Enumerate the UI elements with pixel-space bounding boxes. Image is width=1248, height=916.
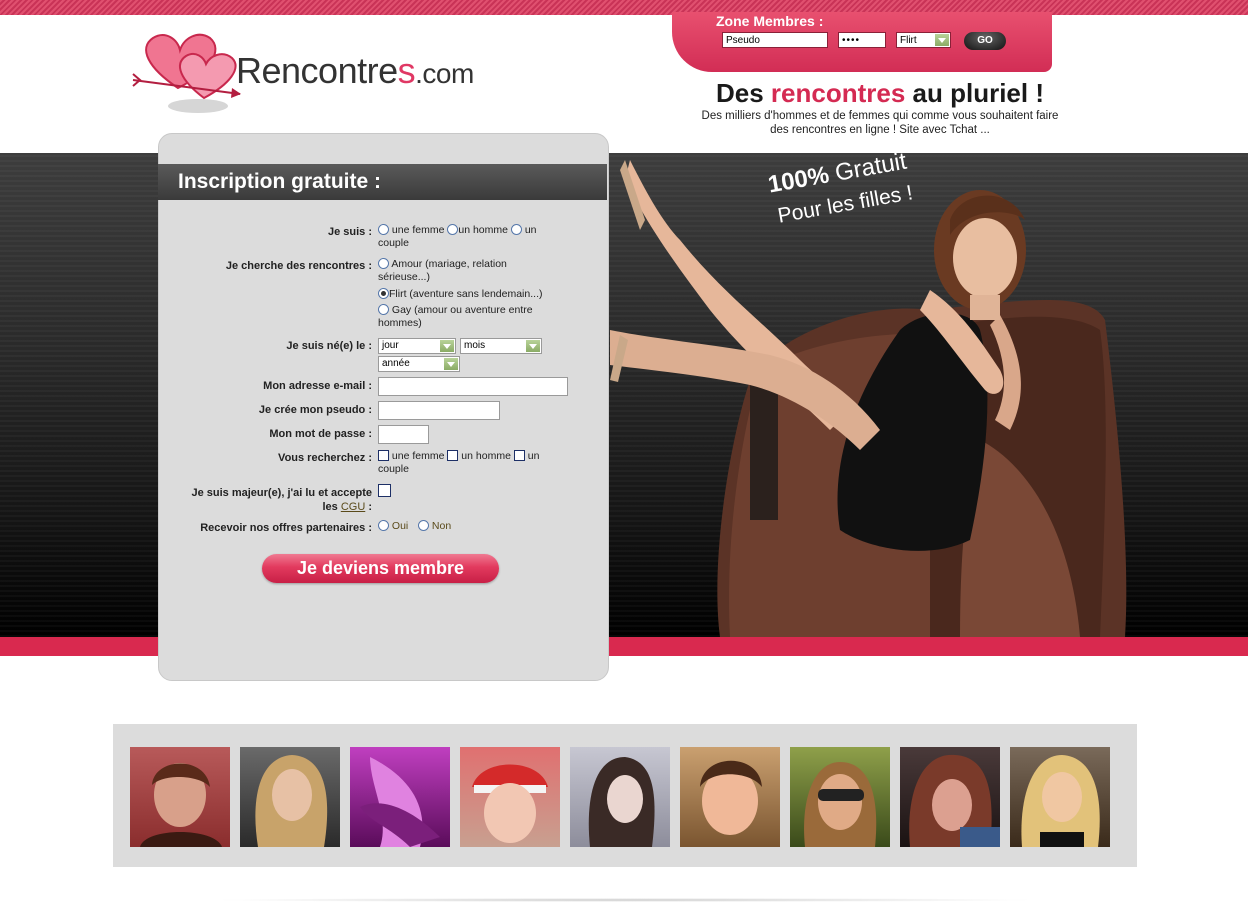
birth-month-select[interactable]: mois (460, 338, 542, 354)
je-suis-label: Je suis : (327, 226, 372, 238)
login-password-input[interactable]: •••• (838, 32, 886, 48)
member-photo-3-image (360, 757, 440, 847)
majeur-checkbox[interactable] (378, 484, 391, 497)
top-stripe (0, 0, 1248, 15)
signup-title: Inscription gratuite : (178, 170, 382, 193)
email-field[interactable] (378, 377, 568, 396)
recherche-label: Je cherche des rencontres : (225, 260, 372, 272)
majeur-label: Je suis majeur(e), j'ai lu et accepte le… (191, 486, 372, 514)
recherche-gay-label: Gay (amour ou aventure entre hommes) (378, 304, 533, 329)
chevron-down-icon (526, 340, 540, 352)
cherche-homme-checkbox[interactable] (447, 450, 459, 461)
birth-year-select[interactable]: année (378, 356, 460, 372)
majeur-checkbox-wrap (378, 484, 391, 499)
member-photo-9[interactable] (1010, 747, 1110, 847)
birth-label: Je suis né(e) le : (286, 340, 372, 352)
offres-oui-radio[interactable] (378, 520, 389, 531)
vous-recherchez-label: Vous recherchez : (278, 452, 372, 464)
offres-label: Recevoir nos offres partenaires : (200, 522, 372, 534)
member-photo-9-image (1021, 755, 1100, 847)
cgu-link[interactable]: CGU (341, 501, 365, 513)
member-photo-7[interactable] (790, 747, 890, 847)
login-pseudo-input[interactable]: Pseudo (722, 32, 828, 48)
member-photo-5[interactable] (570, 747, 670, 847)
birth-day-select[interactable]: jour (378, 338, 456, 354)
password-field[interactable] (378, 425, 429, 444)
subslogan: Des milliers d'hommes et de femmes qui c… (701, 110, 1059, 136)
cherche-homme-label: un homme (461, 450, 511, 462)
members-zone-title: Zone Membres : (716, 13, 824, 29)
vous-recherchez-options: une femme un homme un couple (378, 450, 558, 476)
je-suis-homme-radio[interactable] (447, 224, 459, 235)
member-photo-8[interactable] (900, 747, 1000, 847)
member-photo-1[interactable] (130, 747, 230, 847)
login-mode-select[interactable]: Flirt (896, 32, 951, 48)
hero-model-photo (610, 160, 1127, 637)
recherche-option-gay[interactable]: Gay (amour ou aventure entre hommes) (378, 304, 558, 330)
je-suis-femme-radio[interactable] (378, 224, 389, 235)
pseudo-field[interactable] (378, 401, 500, 420)
chevron-down-icon (444, 358, 458, 370)
cherche-couple-checkbox[interactable] (513, 450, 525, 461)
je-suis-femme-label: une femme (391, 224, 445, 236)
member-photo-4-image (472, 764, 548, 843)
chevron-down-icon (440, 340, 454, 352)
birth-day-value: jour (382, 340, 399, 351)
member-photo-5-image (588, 757, 655, 847)
logo-text[interactable]: Rencontres.com (236, 50, 474, 92)
member-photo-1-image (140, 763, 222, 847)
submit-button[interactable]: Je deviens membre (262, 554, 499, 583)
recherche-flirt-radio[interactable] (378, 288, 389, 299)
login-mode-value: Flirt (900, 35, 917, 46)
member-photo-4[interactable] (460, 747, 560, 847)
je-suis-couple-radio[interactable] (510, 224, 522, 235)
member-photo-3[interactable] (350, 747, 450, 847)
recherche-amour-radio[interactable] (378, 258, 389, 269)
offres-non-label: Non (431, 520, 452, 532)
member-photo-8-image (909, 754, 1000, 847)
email-label: Mon adresse e-mail : (263, 380, 372, 392)
majeur-label-line1: Je suis majeur(e), j'ai lu et accepte (191, 487, 372, 499)
recherche-option-amour[interactable]: Amour (mariage, relation sérieuse...) (378, 258, 558, 284)
je-suis-options: une femme un homme un couple (378, 224, 558, 250)
recherche-amour-label: Amour (mariage, relation sérieuse...) (378, 258, 507, 283)
login-go-button[interactable]: GO (964, 32, 1006, 50)
member-photo-2[interactable] (240, 747, 340, 847)
je-suis-homme-label: un homme (458, 224, 508, 236)
offres-non-radio[interactable] (418, 520, 429, 531)
slogan: Des rencontres au pluriel ! (716, 78, 1044, 108)
recherche-gay-radio[interactable] (378, 304, 389, 315)
cherche-femme-label: une femme (391, 450, 445, 462)
recherche-option-flirt[interactable]: Flirt (aventure sans lendemain...) (378, 288, 568, 301)
member-photo-6[interactable] (680, 747, 780, 847)
majeur-colon: : (365, 501, 372, 513)
chevron-down-icon (935, 34, 949, 46)
password-label: Mon mot de passe : (269, 428, 372, 440)
birth-month-value: mois (464, 340, 486, 351)
member-photo-2-image (255, 755, 328, 847)
offres-non-option[interactable]: Non (418, 520, 451, 533)
cherche-femme-checkbox[interactable] (378, 450, 389, 461)
bottom-shadow (210, 898, 1040, 902)
offres-oui-label: Oui (391, 520, 409, 532)
member-photo-7-image (804, 762, 877, 847)
majeur-label-les: les (322, 501, 341, 513)
birth-year-value: année (382, 358, 410, 369)
pseudo-label: Je crée mon pseudo : (258, 404, 372, 416)
member-photo-6-image (700, 760, 762, 835)
recherche-flirt-label: Flirt (aventure sans lendemain...) (389, 288, 543, 300)
offres-oui-option[interactable]: Oui (378, 520, 408, 533)
